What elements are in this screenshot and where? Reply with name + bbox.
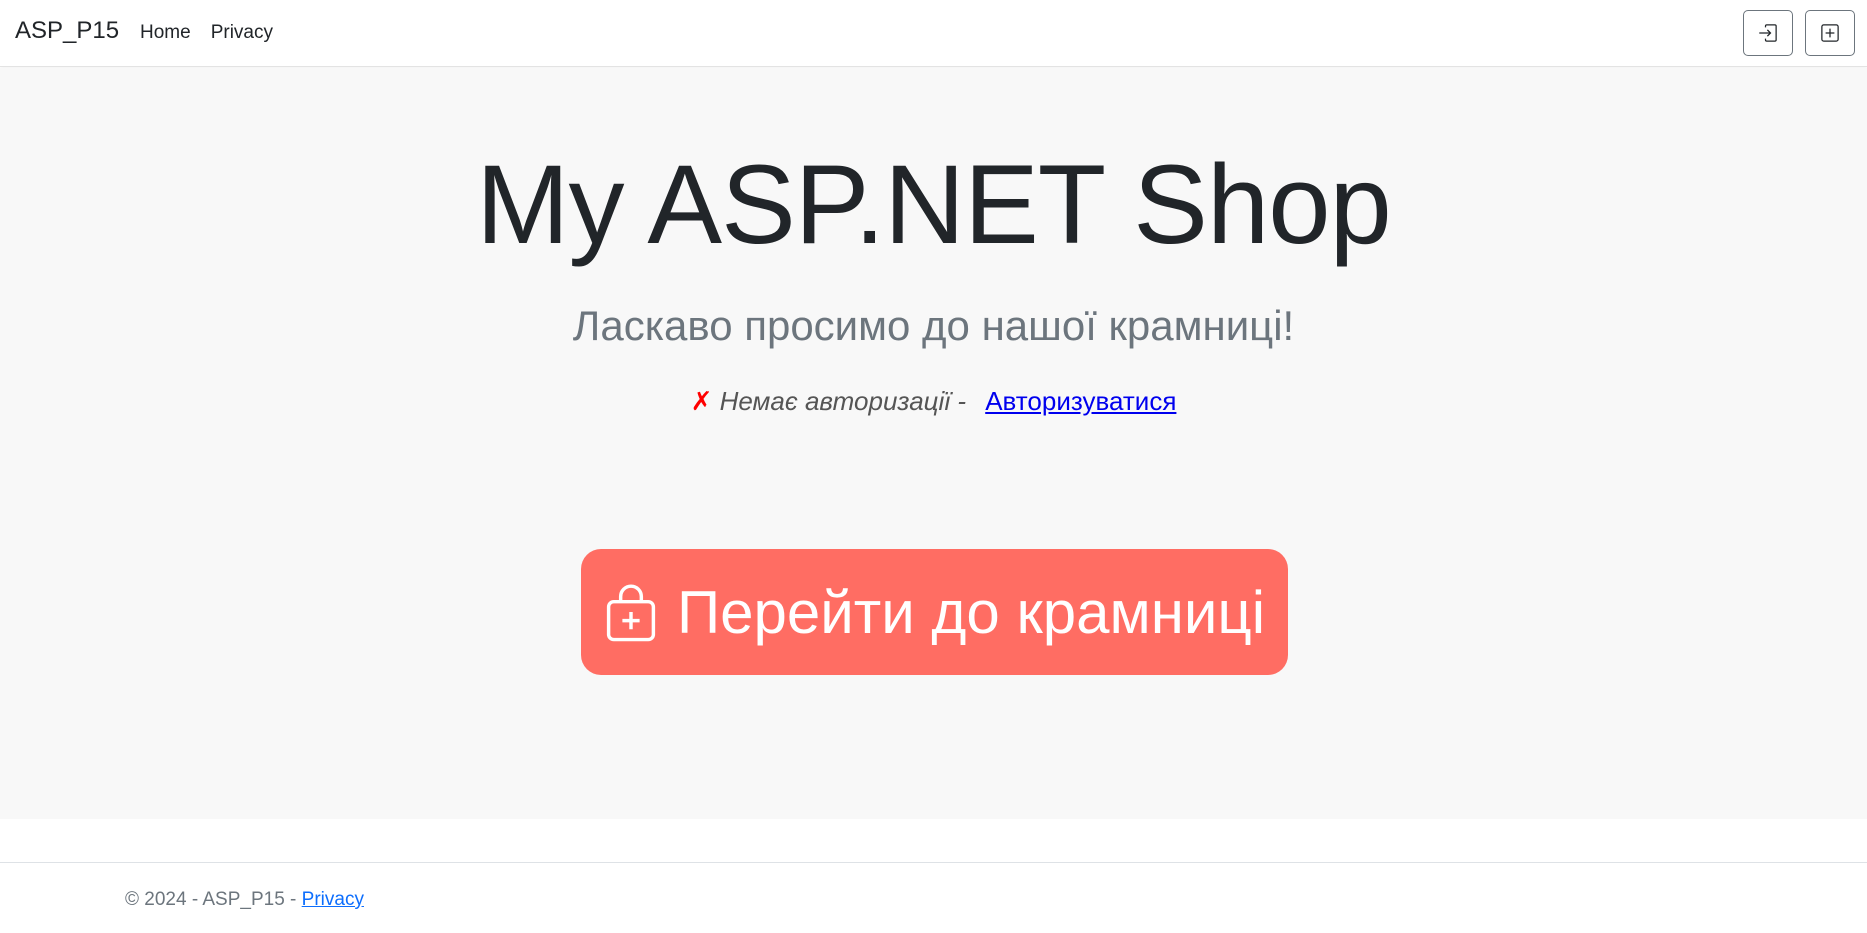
register-button[interactable]: [1805, 10, 1855, 56]
login-button[interactable]: [1743, 10, 1793, 56]
nav-actions: [1743, 10, 1855, 56]
box-arrow-in-right-icon: [1759, 24, 1777, 42]
plus-square-icon: [1821, 24, 1839, 42]
page-title: My ASP.NET Shop: [476, 142, 1392, 267]
bag-plus-icon: [606, 584, 656, 642]
nav-link-home[interactable]: Home: [140, 22, 191, 44]
auth-status-line: ✗ Немає авторизації - Авторизуватися: [0, 386, 1867, 417]
cross-mark-icon: ✗: [690, 386, 713, 416]
welcome-lead: Ласкаво просимо до нашої крамниці!: [572, 302, 1295, 349]
auth-status-text: Немає авторизації -: [719, 386, 974, 416]
brand-link[interactable]: ASP_P15: [15, 17, 119, 45]
footer-divider: [0, 862, 1867, 863]
login-link[interactable]: Авторизуватися: [985, 386, 1176, 416]
nav-link-privacy[interactable]: Privacy: [211, 22, 273, 44]
go-to-shop-label: Перейти до крамниці: [677, 578, 1266, 646]
footer-privacy-link[interactable]: Privacy: [302, 889, 364, 910]
navbar: ASP_P15 Home Privacy: [0, 0, 1867, 67]
hero-section: My ASP.NET Shop Ласкаво просимо до нашої…: [0, 68, 1867, 819]
nav-links: Home Privacy: [140, 22, 273, 44]
footer-copyright: © 2024 - ASP_P15 -: [125, 889, 302, 910]
footer: © 2024 - ASP_P15 - Privacy: [125, 889, 364, 911]
go-to-shop-button[interactable]: Перейти до крамниці: [581, 549, 1288, 675]
